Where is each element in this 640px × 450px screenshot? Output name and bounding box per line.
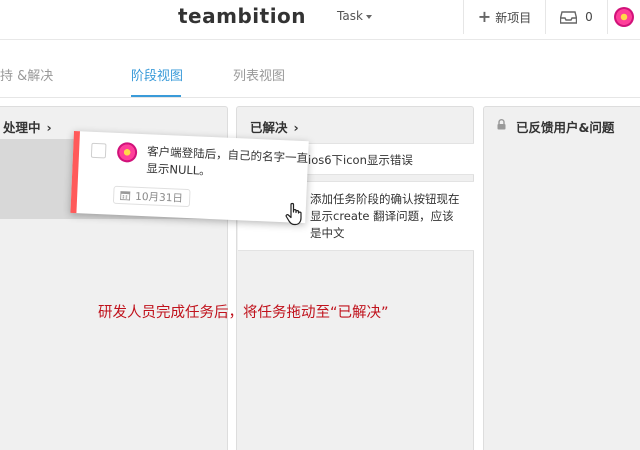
view-tabs: 持 &解决 阶段视图 列表视图 (0, 40, 640, 98)
inbox-button[interactable]: 0 (545, 0, 607, 34)
avatar (116, 141, 138, 163)
stage-title-label: 处理中 (3, 120, 41, 135)
chevron-right-icon: › (293, 120, 299, 135)
stage-title[interactable]: 处理中 › (3, 117, 52, 136)
top-navigation-bar: teambition Task + 新项目 0 (0, 0, 640, 40)
brand-logo[interactable]: teambition (178, 4, 306, 28)
calendar-icon (120, 191, 131, 201)
tab-list-view[interactable]: 列表视图 (233, 65, 285, 84)
avatar (614, 7, 634, 27)
new-project-label: 新项目 (495, 10, 532, 25)
tab-divider (0, 97, 640, 98)
new-project-button[interactable]: + 新项目 (463, 0, 545, 34)
task-text: ios6下icon显示错误 (308, 153, 413, 167)
lock-icon (497, 119, 506, 130)
task-text: 添加任务阶段的确认按钮现在显示create 翻译问题，应该是中文 (310, 192, 460, 240)
stage-column-feedback: 已反馈用户&问题 (483, 106, 640, 450)
task-text: 客户端登陆后，自己的名字一直显示NULL。 (146, 144, 309, 178)
user-menu[interactable] (607, 0, 640, 34)
task-checkbox[interactable] (90, 142, 107, 159)
chevron-right-icon: › (46, 120, 52, 135)
dragging-task-card[interactable]: 客户端登陆后，自己的名字一直显示NULL。 10月31日 (70, 131, 309, 224)
tab-previous[interactable]: 持 &解决 (0, 65, 53, 84)
plus-icon: + (477, 7, 492, 26)
inbox-icon (560, 10, 578, 24)
due-date-badge: 10月31日 (112, 185, 191, 208)
stage-title-label: 已解决 (250, 120, 288, 135)
stage-title[interactable]: 已解决 › (250, 117, 299, 136)
stage-title[interactable]: 已反馈用户&问题 (516, 117, 614, 136)
instruction-caption: 研发人员完成任务后，将任务拖动至“已解决” (98, 305, 389, 321)
project-selector[interactable]: Task (337, 9, 372, 23)
project-selector-label: Task (337, 9, 363, 23)
inbox-count: 0 (585, 10, 593, 24)
hand-cursor-icon (285, 202, 302, 226)
caret-down-icon (365, 14, 372, 19)
due-date: 10月31日 (134, 190, 184, 205)
tab-stage-view[interactable]: 阶段视图 (131, 65, 183, 84)
